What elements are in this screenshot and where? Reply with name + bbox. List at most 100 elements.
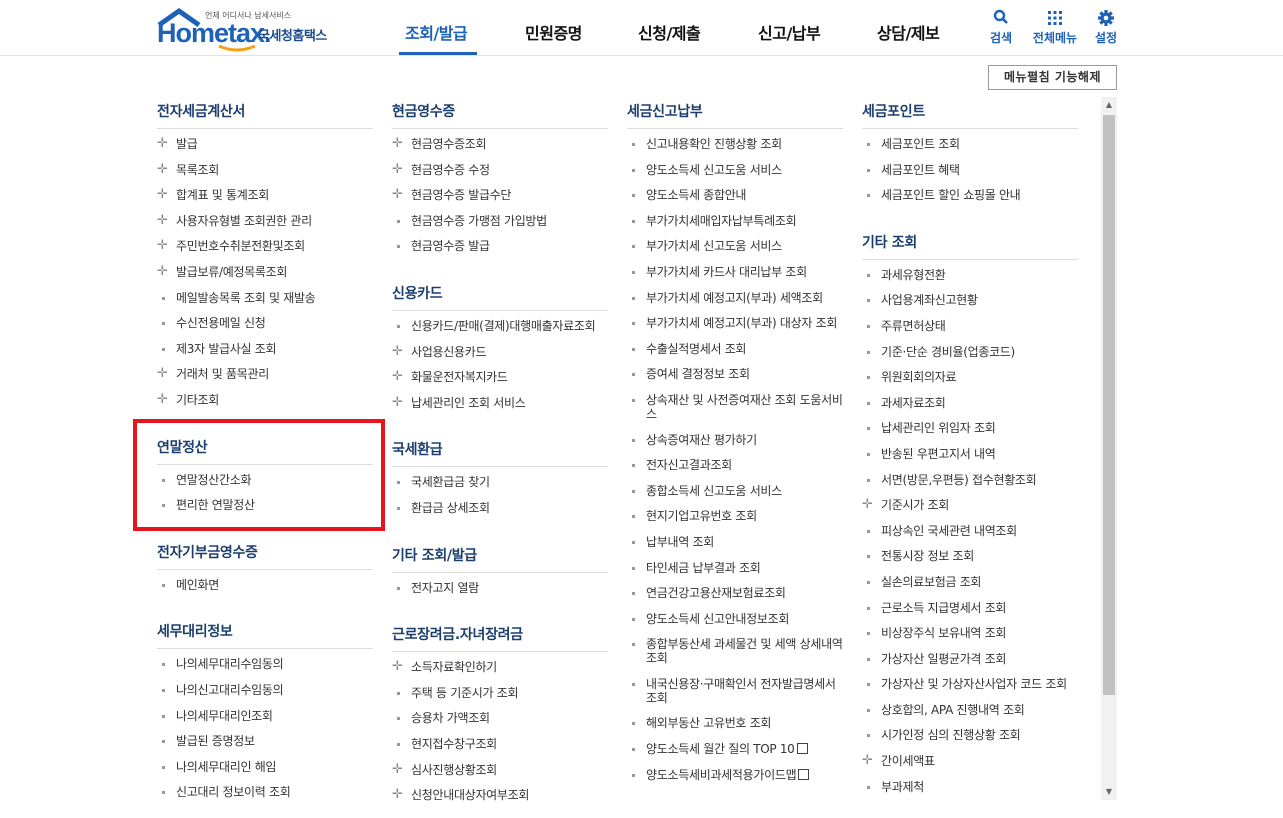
menu-item[interactable]: 전자신고결과조회 (627, 458, 843, 472)
menu-item[interactable]: ✛ 현금영수증조회 (392, 137, 608, 152)
menu-item[interactable]: ✛ 현금영수증 발급수단 (392, 188, 608, 203)
menu-item[interactable]: 주류면허상태 (862, 319, 1078, 333)
menu-item[interactable]: 부가가치세 신고도움 서비스 (627, 239, 843, 253)
section-title[interactable]: 세무대리정보 (157, 617, 373, 650)
menu-item[interactable]: 종합부동산세 과세물건 및 세액 상세내역 조회 (627, 637, 843, 665)
scroll-down-arrow-icon[interactable]: ▼ (1101, 784, 1117, 800)
menu-item[interactable]: 기준·단순 경비율(업종코드) (862, 345, 1078, 359)
menu-item[interactable]: ✛ 발급 (157, 137, 373, 152)
menu-item[interactable]: 메일발송목록 조회 및 재발송 (157, 291, 373, 305)
menu-item[interactable]: ✛ 소득자료확인하기 (392, 660, 608, 675)
menu-item[interactable]: 피상속인 국세관련 내역조회 (862, 524, 1078, 538)
menu-item[interactable]: 납세관리인 위임자 조회 (862, 421, 1078, 435)
menu-item[interactable]: 환급금 상세조회 (392, 501, 608, 515)
gnb-item-consult[interactable]: 상담/제보 (877, 20, 940, 44)
menu-fold-toggle-button[interactable]: 메뉴펼침 기능해제 (988, 65, 1117, 90)
menu-scrollbar[interactable]: ▲ ▼ (1101, 97, 1117, 800)
menu-item[interactable]: ✛ 심사진행상황조회 (392, 762, 608, 777)
search-button[interactable]: 검색 (971, 8, 1031, 46)
section-title[interactable]: 기타 조회/발급 (392, 541, 608, 573)
menu-item[interactable]: 양도소득세비과세적용가이드맵 (627, 768, 843, 782)
settings-button[interactable]: 설정 (1076, 8, 1136, 46)
section-title[interactable]: 기타 조회 (862, 228, 1078, 260)
menu-item[interactable]: 가상자산 일평균가격 조회 (862, 652, 1078, 666)
menu-item[interactable]: 양도소득세 신고안내정보조회 (627, 612, 843, 626)
menu-item[interactable]: 납부내역 조회 (627, 535, 843, 549)
section-title[interactable]: 현금영수증 (392, 97, 608, 129)
menu-item[interactable]: 전자고지 열람 (392, 581, 608, 595)
section-title[interactable]: 전자기부금영수증 (157, 538, 373, 570)
menu-item[interactable]: 국세환급금 찾기 (392, 475, 608, 489)
menu-item[interactable]: 증여세 결정정보 조회 (627, 367, 843, 381)
menu-item[interactable]: 해외부동산 고유번호 조회 (627, 716, 843, 730)
menu-item[interactable]: ✛ 기타조회 (157, 392, 373, 407)
menu-item[interactable]: ✛ 발급보류/예정목록조회 (157, 264, 373, 279)
scrollbar-thumb[interactable] (1103, 115, 1115, 695)
menu-item[interactable]: 부가가치세 카드사 대리납부 조회 (627, 265, 843, 279)
menu-item[interactable]: 타인세금 납부결과 조회 (627, 561, 843, 575)
menu-item[interactable]: ✛ 사업용신용카드 (392, 344, 608, 359)
menu-item[interactable]: 부가가치세 예정고지(부과) 대상자 조회 (627, 316, 843, 330)
section-title[interactable]: 국세환급 (392, 435, 608, 468)
gnb-item-inquiry[interactable]: 조회/발급 (405, 20, 468, 44)
menu-item[interactable]: ✛ 주민번호수취분전환및조회 (157, 239, 373, 254)
menu-item[interactable]: 시가인정 심의 진행상황 조회 (862, 728, 1078, 742)
menu-item[interactable]: 승용차 가액조회 (392, 711, 608, 725)
menu-item[interactable]: 비상장주식 보유내역 조회 (862, 626, 1078, 640)
menu-item[interactable]: 주택 등 기준시가 조회 (392, 686, 608, 700)
menu-item[interactable]: ✛ 간이세액표 (862, 754, 1078, 769)
menu-item[interactable]: 위원회회의자료 (862, 370, 1078, 384)
section-title[interactable]: 전자세금계산서 (157, 97, 373, 129)
section-title[interactable]: 세금신고납부 (627, 97, 843, 129)
menu-item[interactable]: ✛ 현금영수증 수정 (392, 162, 608, 177)
section-title[interactable]: 세금포인트 (862, 97, 1078, 129)
menu-item[interactable]: 전통시장 정보 조회 (862, 549, 1078, 563)
menu-item[interactable]: 가상자산 및 가상자산사업자 코드 조회 (862, 677, 1078, 691)
menu-item[interactable]: ✛ 납세관리인 조회 서비스 (392, 395, 608, 410)
menu-item[interactable]: 양도소득세 월간 질의 TOP 10 (627, 742, 843, 756)
menu-item[interactable]: 수출실적명세서 조회 (627, 342, 843, 356)
menu-item[interactable]: 양도소득세 종합안내 (627, 188, 843, 202)
menu-item[interactable]: 사업용계좌신고현황 (862, 293, 1078, 307)
menu-item[interactable]: 메인화면 (157, 578, 373, 592)
menu-item[interactable]: 근로소득 지급명세서 조회 (862, 601, 1078, 615)
menu-item[interactable]: 세금포인트 혜택 (862, 163, 1078, 177)
menu-item[interactable]: 종합소득세 신고도움 서비스 (627, 484, 843, 498)
menu-item[interactable]: 나의세무대리인 해임 (157, 760, 373, 774)
menu-item[interactable]: 상속증여재산 평가하기 (627, 433, 843, 447)
menu-item[interactable]: ✛ 기준시가 조회 (862, 498, 1078, 513)
menu-item[interactable]: ✛ 사용자유형별 조회권한 관리 (157, 213, 373, 228)
menu-item[interactable]: 현지기업고유번호 조회 (627, 509, 843, 523)
menu-item[interactable]: ✛ 합계표 및 통계조회 (157, 188, 373, 203)
menu-item[interactable]: ✛ 목록조회 (157, 162, 373, 177)
menu-item[interactable]: 양도소득세 신고도움 서비스 (627, 163, 843, 177)
menu-item[interactable]: ✛ 신청안내대상자여부조회 (392, 788, 608, 802)
menu-item[interactable]: 제3자 발급사실 조회 (157, 342, 373, 356)
scroll-up-arrow-icon[interactable]: ▲ (1101, 97, 1117, 113)
menu-item[interactable]: 나의신고대리수임동의 (157, 683, 373, 697)
menu-item[interactable]: 과세유형전환 (862, 268, 1078, 282)
menu-item[interactable]: 세금포인트 할인 쇼핑몰 안내 (862, 188, 1078, 202)
menu-item[interactable]: 나의세무대리인조회 (157, 709, 373, 723)
gnb-item-filing[interactable]: 신고/납부 (758, 20, 821, 44)
menu-item[interactable]: 신용카드/판매(결제)대행매출자료조회 (392, 319, 608, 333)
menu-item[interactable]: ✛ 화물운전자복지카드 (392, 370, 608, 385)
menu-item[interactable]: 반송된 우편고지서 내역 (862, 447, 1078, 461)
menu-item[interactable]: 서면(방문,우편등) 접수현황조회 (862, 473, 1078, 487)
menu-item[interactable]: 신고내용확인 진행상황 조회 (627, 137, 843, 151)
menu-item[interactable]: 부가가치세매입자납부특례조회 (627, 214, 843, 228)
menu-item[interactable]: 발급된 증명정보 (157, 734, 373, 748)
menu-item[interactable]: 수신전용메일 신청 (157, 316, 373, 330)
menu-item[interactable]: 나의세무대리수임동의 (157, 657, 373, 671)
menu-item[interactable]: 상호합의, APA 진행내역 조회 (862, 703, 1078, 717)
menu-item[interactable]: 부과제척 (862, 780, 1078, 794)
gnb-item-certificate[interactable]: 민원증명 (525, 20, 582, 44)
menu-item[interactable]: 내국신용장·구매확인서 전자발급명세서 조회 (627, 677, 843, 705)
gnb-item-application[interactable]: 신청/제출 (638, 20, 701, 44)
menu-item[interactable]: 현지접수창구조회 (392, 737, 608, 751)
menu-item[interactable]: ✛ 거래처 및 품목관리 (157, 367, 373, 382)
menu-item[interactable]: 현금영수증 발급 (392, 239, 608, 253)
menu-item[interactable]: 부가가치세 예정고지(부과) 세액조회 (627, 291, 843, 305)
menu-item[interactable]: 신고대리 정보이력 조회 (157, 785, 373, 799)
menu-item[interactable]: 현금영수증 가맹점 가입방법 (392, 214, 608, 228)
